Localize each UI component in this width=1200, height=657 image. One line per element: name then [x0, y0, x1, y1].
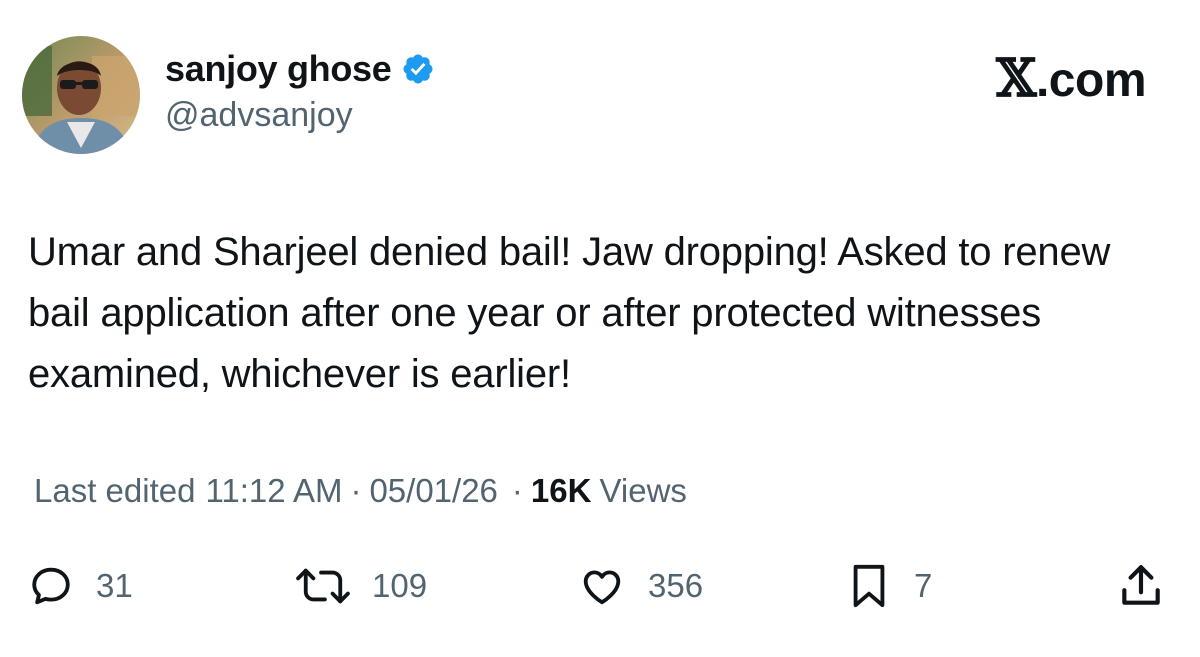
bookmark-icon [846, 560, 892, 612]
repost-count: 109 [372, 567, 428, 604]
bookmark-count: 7 [914, 567, 933, 604]
reply-count: 31 [96, 567, 133, 604]
repost-button[interactable]: 109 [292, 556, 427, 616]
reply-icon [28, 563, 74, 609]
meta-separator: · [511, 472, 523, 509]
brand-suffix: .com [1035, 54, 1147, 107]
action-bar: 31 109 356 7 [0, 556, 1200, 616]
display-name-text: sanjoy ghose [165, 48, 392, 89]
tweet-time[interactable]: 11:12 AM [205, 472, 342, 510]
meta-separator: · [350, 472, 362, 509]
like-count: 356 [648, 567, 704, 604]
share-button[interactable] [1116, 556, 1166, 616]
tweet-card: sanjoy ghose @advsanjoy 𝕏 .com Umar and … [0, 0, 1200, 657]
verified-badge-icon [401, 52, 435, 86]
views-count: 16K [530, 472, 592, 509]
share-icon [1116, 561, 1166, 611]
x-logo-icon: 𝕏 [996, 48, 1036, 109]
reply-button[interactable]: 31 [28, 556, 133, 616]
tweet-date[interactable]: 05/01/26 [369, 472, 497, 510]
tweet-meta: Last edited 11:12 AM · 05/01/26 · 16K Vi… [34, 472, 687, 510]
repost-icon [292, 563, 354, 609]
x-com-logo: 𝕏 .com [996, 48, 1146, 109]
edited-label[interactable]: Last edited [34, 472, 195, 510]
avatar[interactable] [22, 36, 140, 154]
user-handle[interactable]: @advsanjoy [165, 96, 353, 135]
user-display-name[interactable]: sanjoy ghose [165, 48, 435, 90]
tweet-text: Umar and Sharjeel denied bail! Jaw dropp… [28, 230, 1111, 396]
like-button[interactable]: 356 [578, 556, 703, 616]
views-label: Views [599, 472, 687, 509]
heart-icon [578, 563, 626, 609]
bookmark-button[interactable]: 7 [846, 556, 932, 616]
